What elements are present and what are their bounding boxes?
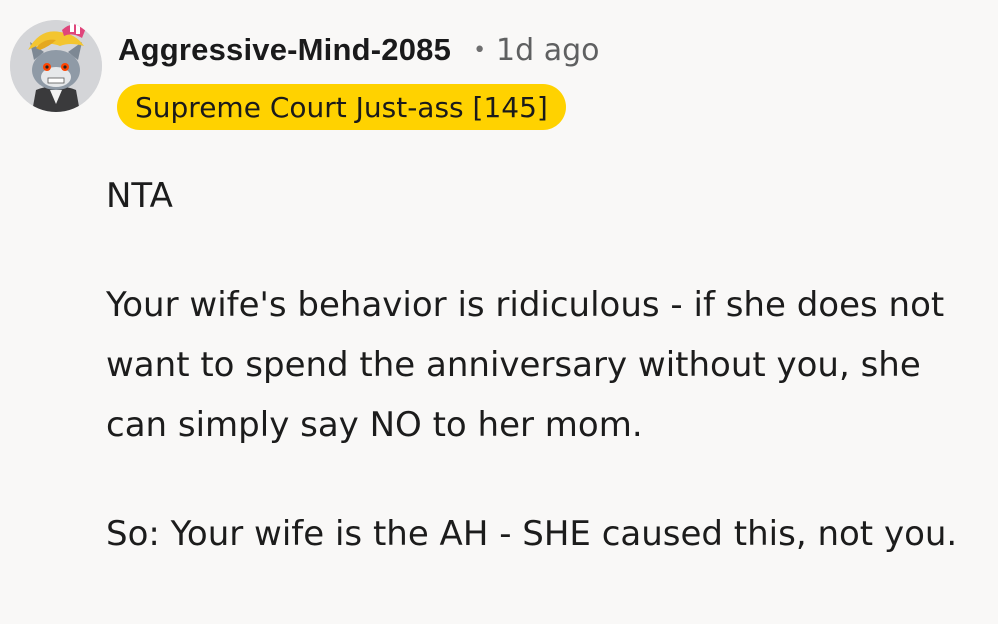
user-flair: Supreme Court Just-ass [145] <box>117 84 566 130</box>
comment-timestamp[interactable]: 1d ago <box>496 33 599 68</box>
comment-paragraph: NTA <box>106 176 173 216</box>
avatar-icon[interactable] <box>10 20 102 112</box>
comment-body: NTA Your wife's behavior is ridiculous -… <box>106 166 986 613</box>
comment-paragraph: Your wife's behavior is ridiculous - if … <box>106 285 945 445</box>
comment-paragraph: So: Your wife is the AH - SHE caused thi… <box>106 514 958 554</box>
comment: Aggressive-Mind-2085 • 1d ago Supreme Co… <box>0 0 998 624</box>
author-username[interactable]: Aggressive-Mind-2085 <box>118 32 451 68</box>
meta-separator: • <box>473 38 487 63</box>
comment-header: Aggressive-Mind-2085 • 1d ago <box>118 32 600 68</box>
